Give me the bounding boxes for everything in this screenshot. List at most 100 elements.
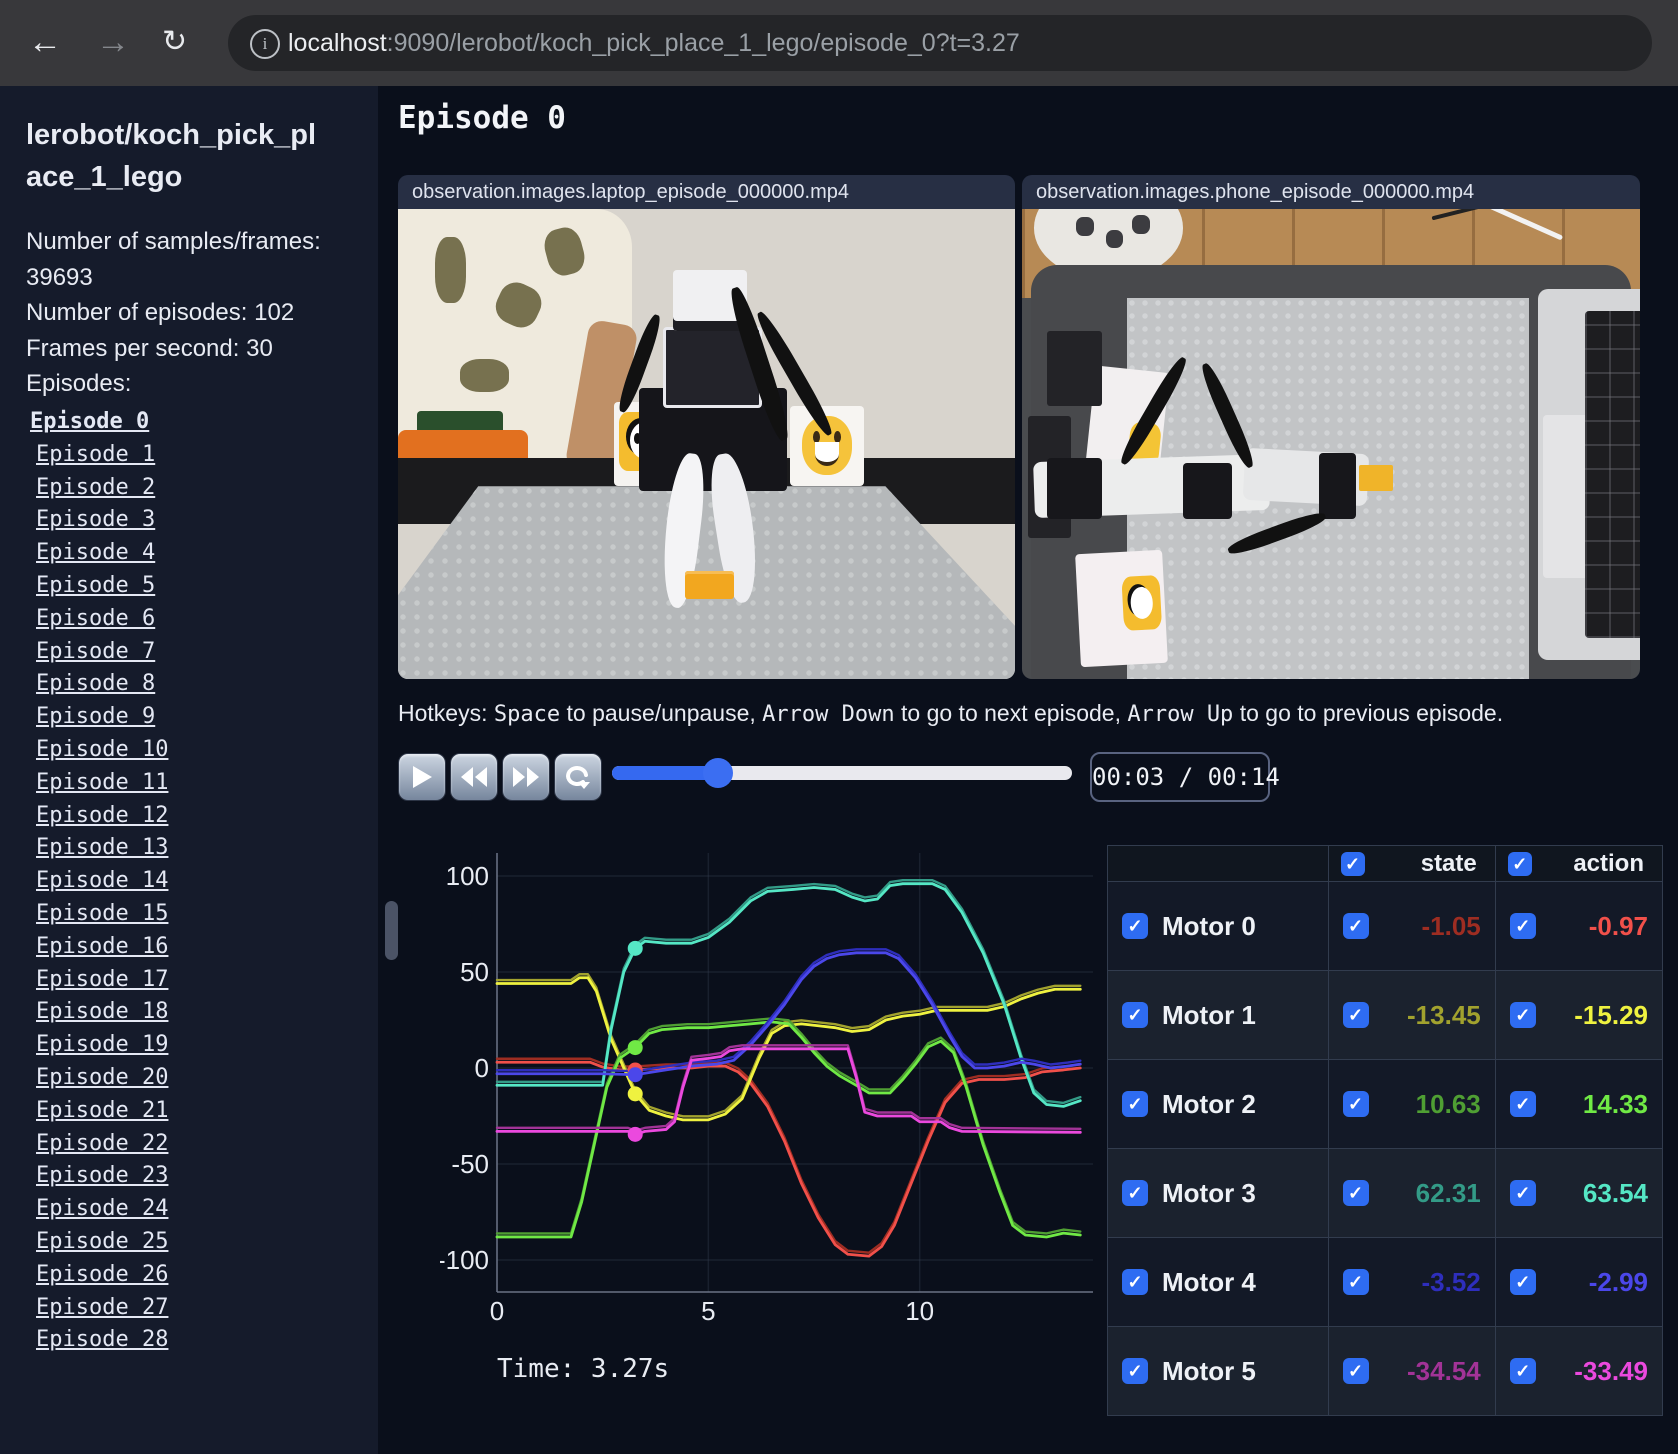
svg-text:10: 10 bbox=[905, 1296, 934, 1326]
browser-toolbar: ← → ↻ i localhost:9090/lerobot/koch_pick… bbox=[0, 0, 1678, 86]
motor-row: ✓ Motor 0 ✓ -1.05 ✓ -0.97 bbox=[1107, 881, 1664, 971]
episode-link[interactable]: Episode 11 bbox=[30, 767, 360, 800]
episode-link[interactable]: Episode 20 bbox=[30, 1062, 360, 1095]
forward-icon[interactable]: → bbox=[96, 22, 130, 62]
episode-link[interactable]: Episode 10 bbox=[30, 734, 360, 767]
episode-link[interactable]: Episode 28 bbox=[30, 1324, 360, 1357]
episode-link[interactable]: Episode 21 bbox=[30, 1095, 360, 1128]
episode-link[interactable]: Episode 2 bbox=[30, 472, 360, 505]
episodes-label: Episodes: bbox=[26, 370, 132, 397]
episode-link[interactable]: Episode 18 bbox=[30, 996, 360, 1029]
back-icon[interactable]: ← bbox=[28, 22, 62, 62]
motor-state-value: -3.52 bbox=[1421, 1266, 1481, 1297]
url-text[interactable]: localhost:9090/lerobot/koch_pick_place_1… bbox=[288, 29, 1020, 57]
svg-text:0: 0 bbox=[490, 1296, 504, 1326]
checkbox[interactable]: ✓ bbox=[1342, 1002, 1369, 1028]
motor-label: Motor 5 bbox=[1162, 1355, 1256, 1386]
episode-link[interactable]: Episode 25 bbox=[30, 1226, 360, 1259]
episode-link[interactable]: Episode 22 bbox=[30, 1128, 360, 1161]
motor-action-value: -15.29 bbox=[1574, 999, 1648, 1030]
checkbox[interactable]: ✓ bbox=[1509, 1180, 1536, 1206]
column-header-state: state bbox=[1420, 849, 1477, 877]
episode-link[interactable]: Episode 14 bbox=[30, 865, 360, 898]
checkbox[interactable]: ✓ bbox=[1342, 1180, 1369, 1206]
video-phone[interactable]: observation.images.phone_episode_000000.… bbox=[1022, 175, 1640, 679]
episode-link[interactable]: Episode 3 bbox=[30, 504, 360, 537]
episode-link[interactable]: Episode 19 bbox=[30, 1029, 360, 1062]
motor-action-value: -0.97 bbox=[1588, 910, 1648, 941]
address-bar[interactable]: i localhost:9090/lerobot/koch_pick_place… bbox=[228, 15, 1652, 71]
panda-face bbox=[1129, 586, 1154, 620]
episode-link[interactable]: Episode 15 bbox=[30, 898, 360, 931]
motor-label: Motor 4 bbox=[1162, 1266, 1256, 1297]
checkbox[interactable]: ✓ bbox=[1340, 851, 1365, 876]
checkbox[interactable]: ✓ bbox=[1509, 1358, 1536, 1384]
episode-link[interactable]: Episode 12 bbox=[30, 800, 360, 833]
rewind-button[interactable] bbox=[450, 753, 498, 801]
checkbox[interactable]: ✓ bbox=[1122, 1002, 1148, 1028]
laptop-keyboard bbox=[1584, 311, 1640, 638]
checkbox[interactable]: ✓ bbox=[1342, 913, 1369, 939]
episode-link[interactable]: Episode 6 bbox=[30, 603, 360, 636]
episode-link[interactable]: Episode 23 bbox=[30, 1160, 360, 1193]
play-button[interactable] bbox=[398, 753, 446, 801]
base-dot bbox=[1075, 217, 1094, 237]
checkbox[interactable]: ✓ bbox=[1509, 913, 1536, 939]
checkbox[interactable]: ✓ bbox=[1509, 1002, 1536, 1028]
loop-button[interactable] bbox=[554, 753, 602, 801]
svg-text:0: 0 bbox=[475, 1053, 489, 1083]
episode-link[interactable]: Episode 24 bbox=[30, 1193, 360, 1226]
episode-link[interactable]: Episode 9 bbox=[30, 701, 360, 734]
episode-link[interactable]: Episode 17 bbox=[30, 964, 360, 997]
episode-link[interactable]: Episode 7 bbox=[30, 636, 360, 669]
episode-link[interactable]: Episode 5 bbox=[30, 570, 360, 603]
episode-link[interactable]: Episode 0 bbox=[30, 406, 360, 439]
motor-row: ✓ Motor 5 ✓ -34.54 ✓ -33.49 bbox=[1107, 1326, 1664, 1416]
episode-link[interactable]: Episode 16 bbox=[30, 931, 360, 964]
motor-action-value: 14.33 bbox=[1582, 1088, 1648, 1119]
lerobot-dataset-visualizer: ← → ↻ i localhost:9090/lerobot/koch_pick… bbox=[0, 0, 1678, 1454]
motor-label: Motor 2 bbox=[1162, 1088, 1256, 1119]
checkbox[interactable]: ✓ bbox=[1122, 1269, 1148, 1295]
checkbox[interactable]: ✓ bbox=[1122, 913, 1148, 939]
episode-link[interactable]: Episode 27 bbox=[30, 1292, 360, 1325]
checkbox[interactable]: ✓ bbox=[1509, 1269, 1536, 1295]
scrollbar-thumb[interactable] bbox=[385, 901, 398, 960]
video-phone-frame bbox=[1022, 209, 1640, 679]
sidebar: lerobot/koch_pick_place_1_lego Number of… bbox=[0, 86, 378, 1454]
panda-sticker bbox=[1120, 574, 1162, 631]
episode-link[interactable]: Episode 1 bbox=[30, 439, 360, 472]
shirt-motif bbox=[435, 237, 466, 303]
info-fps: Frames per second: 30 bbox=[26, 334, 273, 362]
hotkey-text: to go to previous episode. bbox=[1233, 700, 1504, 726]
reload-icon[interactable]: ↻ bbox=[162, 22, 187, 62]
motor-state-value: 10.63 bbox=[1415, 1088, 1481, 1119]
checkbox[interactable]: ✓ bbox=[1509, 1091, 1536, 1117]
checkbox[interactable]: ✓ bbox=[1507, 851, 1532, 876]
motor-label: Motor 3 bbox=[1162, 1177, 1256, 1208]
time-display: 00:03 / 00:14 bbox=[1090, 752, 1280, 802]
checkbox[interactable]: ✓ bbox=[1122, 1091, 1148, 1117]
episode-link[interactable]: Episode 4 bbox=[30, 537, 360, 570]
fast-forward-button[interactable] bbox=[502, 753, 550, 801]
hotkey-key: Arrow Up bbox=[1127, 702, 1234, 727]
video-progress-slider[interactable] bbox=[612, 758, 1072, 788]
svg-text:50: 50 bbox=[460, 957, 489, 987]
motor-chart[interactable]: 100500-50-1000 5 10 bbox=[440, 845, 1110, 1345]
checkbox[interactable]: ✓ bbox=[1342, 1269, 1369, 1295]
episode-link[interactable]: Episode 13 bbox=[30, 832, 360, 865]
page-title: Episode 0 bbox=[398, 100, 566, 136]
panda-box-top bbox=[1074, 549, 1168, 668]
episode-link[interactable]: Episode 8 bbox=[30, 668, 360, 701]
motor-row: ✓ Motor 3 ✓ 62.31 ✓ 63.54 bbox=[1107, 1148, 1664, 1238]
episode-link[interactable]: Episode 26 bbox=[30, 1259, 360, 1292]
checkbox[interactable]: ✓ bbox=[1342, 1358, 1369, 1384]
header-cell: ✓ action bbox=[1494, 845, 1664, 882]
checkbox[interactable]: ✓ bbox=[1342, 1091, 1369, 1117]
site-info-icon[interactable]: i bbox=[250, 29, 280, 59]
slider-thumb[interactable] bbox=[702, 758, 733, 788]
motor-state-value: -13.45 bbox=[1407, 999, 1481, 1030]
video-laptop[interactable]: observation.images.laptop_episode_000000… bbox=[398, 175, 1015, 679]
checkbox[interactable]: ✓ bbox=[1122, 1358, 1148, 1384]
checkbox[interactable]: ✓ bbox=[1122, 1180, 1148, 1206]
